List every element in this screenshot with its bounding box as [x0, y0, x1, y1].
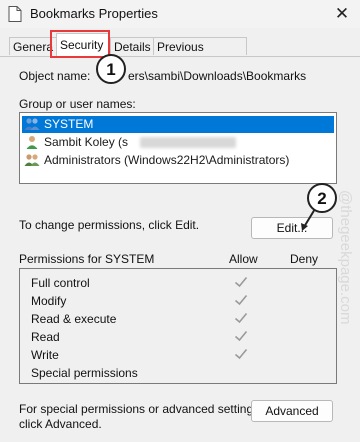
tab-general-label: Genera — [13, 40, 54, 54]
window-title: Bookmarks Properties — [30, 6, 158, 21]
list-item-system[interactable]: SYSTEM — [22, 116, 334, 133]
advanced-text-line2: click Advanced. — [19, 417, 102, 431]
permission-row-read: Read — [31, 328, 331, 346]
permission-row-write: Write — [31, 346, 331, 364]
check-icon — [234, 294, 248, 306]
permission-row-full-control: Full control — [31, 274, 331, 292]
group-names-label: Group or user names: — [19, 97, 136, 111]
permission-name: Special permissions — [31, 366, 138, 380]
change-permissions-text: To change permissions, click Edit. — [19, 218, 200, 232]
group-user-list[interactable]: SYSTEM Sambit Koley (s Administrators (W… — [19, 112, 337, 184]
permission-name: Read & execute — [31, 312, 117, 326]
document-icon — [8, 6, 22, 22]
permission-name: Modify — [31, 294, 67, 308]
permissions-header: Permissions for SYSTEM — [19, 252, 155, 266]
title-bar: Bookmarks Properties ✕ — [0, 0, 360, 28]
allow-column-header: Allow — [229, 252, 258, 266]
list-item-administrators[interactable]: Administrators (Windows22H2\Administrato… — [22, 152, 334, 169]
list-item-sambit[interactable]: Sambit Koley (s — [22, 134, 334, 151]
object-name-value: ers\sambi\Downloads\Bookmarks — [128, 69, 307, 83]
step-badge-1: 1 — [96, 54, 126, 84]
check-icon — [234, 312, 248, 324]
tab-previous-versions[interactable]: Previous Versions — [153, 37, 247, 72]
watermark: @thegeekpage.com — [337, 190, 354, 325]
object-name-label: Object name: — [19, 69, 91, 83]
check-icon — [234, 348, 248, 360]
tab-details-label: Details — [114, 40, 151, 54]
permission-row-special: Special permissions — [31, 364, 331, 382]
list-item-label: Sambit Koley (s — [44, 135, 129, 149]
user-icon — [26, 136, 38, 149]
users-group-icon — [24, 118, 40, 130]
permissions-list: Full control Modify Read & execute Read … — [19, 268, 337, 384]
permission-row-modify: Modify — [31, 292, 331, 310]
permission-name: Full control — [31, 276, 90, 290]
check-icon — [234, 276, 248, 288]
admin-group-icon — [24, 154, 40, 166]
deny-column-header: Deny — [290, 252, 319, 266]
check-icon — [234, 330, 248, 342]
close-icon[interactable]: ✕ — [331, 3, 353, 25]
list-item-label: Administrators (Windows22H2\Administrato… — [44, 153, 290, 167]
list-item-label: SYSTEM — [44, 117, 94, 131]
permission-row-read-execute: Read & execute — [31, 310, 331, 328]
advanced-text-line1: For special permissions or advanced sett… — [19, 402, 263, 416]
advanced-button[interactable]: Advanced — [251, 400, 333, 422]
redacted-text — [140, 137, 236, 148]
tab-details[interactable]: Details — [110, 37, 154, 55]
security-tab-highlight — [50, 30, 110, 58]
permission-name: Write — [31, 348, 59, 362]
step-badge-2: 2 — [307, 183, 337, 213]
permission-name: Read — [31, 330, 60, 344]
